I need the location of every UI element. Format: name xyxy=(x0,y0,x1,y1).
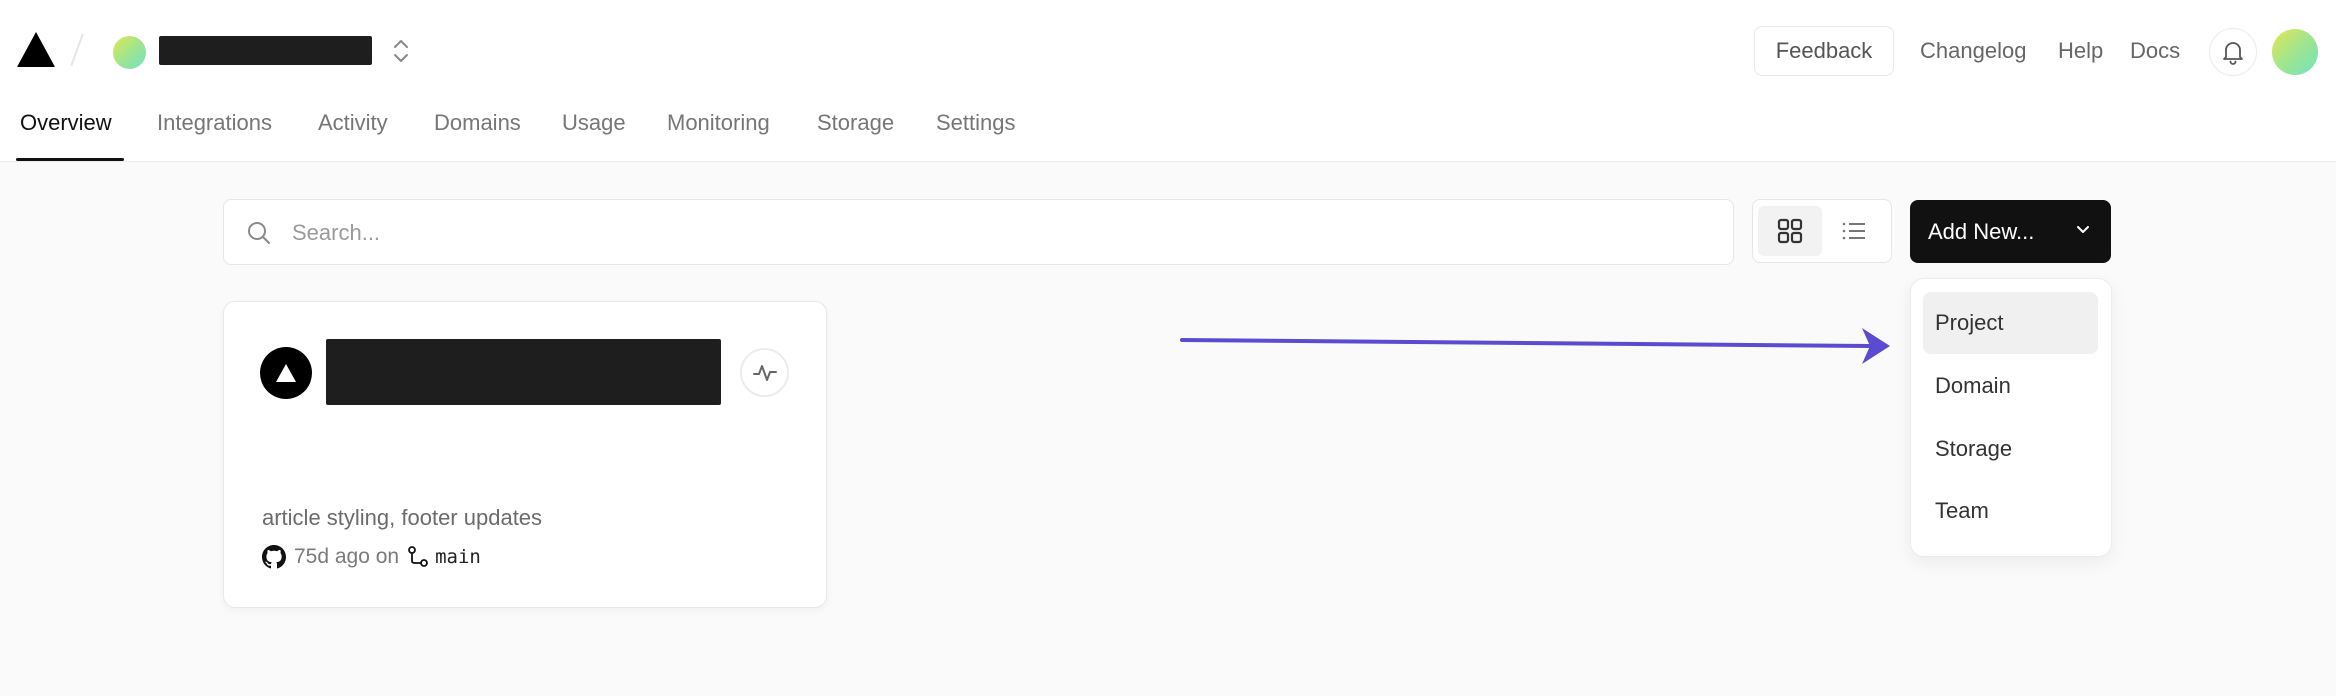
tab-integrations[interactable]: Integrations xyxy=(157,110,272,136)
search-input[interactable] xyxy=(290,210,1714,256)
team-avatar[interactable] xyxy=(113,36,146,69)
activity-pulse-icon xyxy=(752,364,777,381)
add-new-label: Add New... xyxy=(1928,218,2035,244)
github-icon xyxy=(262,545,286,569)
help-link[interactable]: Help xyxy=(2058,38,2103,64)
deployment-meta: 75d ago on main xyxy=(262,543,481,571)
grid-view-button[interactable] xyxy=(1758,206,1822,256)
notifications-button[interactable] xyxy=(2209,28,2257,76)
active-tab-indicator xyxy=(16,158,124,161)
tab-settings[interactable]: Settings xyxy=(936,110,1016,136)
project-logo-icon xyxy=(260,347,312,399)
annotation-arrow xyxy=(1180,328,1890,364)
tab-activity[interactable]: Activity xyxy=(318,110,388,136)
bell-icon xyxy=(2223,42,2243,65)
branch-name[interactable]: main xyxy=(435,546,481,568)
docs-link[interactable]: Docs xyxy=(2130,38,2180,64)
team-switcher-chevron-icon[interactable] xyxy=(390,36,412,66)
menu-item-storage[interactable]: Storage xyxy=(1923,418,2098,480)
team-name-redacted[interactable] xyxy=(159,36,372,65)
commit-age: 75d ago on xyxy=(294,545,400,568)
vercel-logo-icon[interactable] xyxy=(17,32,55,67)
tab-monitoring[interactable]: Monitoring xyxy=(667,110,770,136)
tab-overview[interactable]: Overview xyxy=(20,110,112,136)
chevron-down-icon xyxy=(2077,226,2089,233)
feedback-button[interactable]: Feedback xyxy=(1754,26,1894,76)
grid-icon xyxy=(1777,218,1803,244)
menu-item-project[interactable]: Project xyxy=(1923,292,2098,354)
menu-item-domain[interactable]: Domain xyxy=(1923,355,2098,417)
user-avatar[interactable] xyxy=(2272,29,2318,75)
list-view-button[interactable] xyxy=(1826,206,1882,256)
git-branch-icon xyxy=(407,545,429,569)
menu-item-team[interactable]: Team xyxy=(1923,480,2098,542)
project-name-redacted[interactable] xyxy=(326,339,721,405)
top-header xyxy=(0,0,2336,162)
tab-domains[interactable]: Domains xyxy=(434,110,521,136)
activity-button[interactable] xyxy=(740,348,789,397)
search-icon xyxy=(248,222,270,244)
list-icon xyxy=(1842,222,1865,240)
commit-message: article styling, footer updates xyxy=(262,505,543,530)
changelog-link[interactable]: Changelog xyxy=(1920,38,2026,64)
add-new-button[interactable]: Add New... xyxy=(1910,200,2111,263)
tab-storage[interactable]: Storage xyxy=(817,110,894,136)
tab-usage[interactable]: Usage xyxy=(562,110,626,136)
